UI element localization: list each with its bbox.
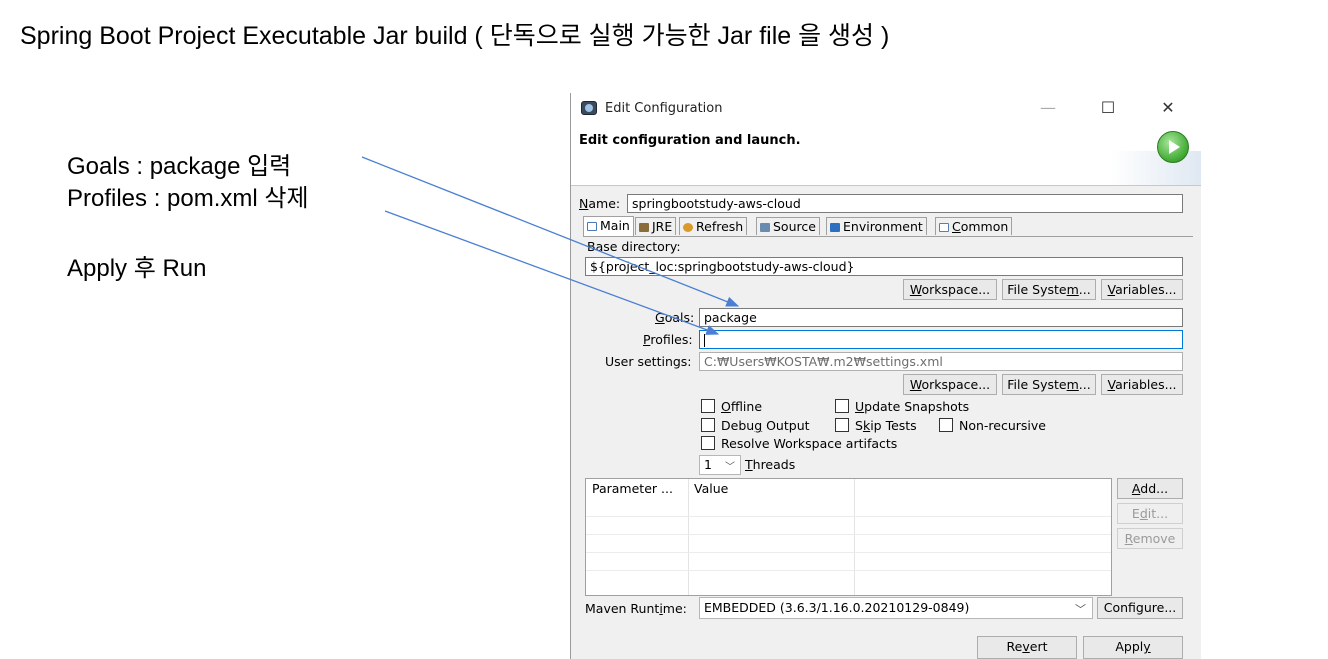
tab-refresh-label: Refresh [696, 219, 744, 234]
row-divider [586, 552, 1111, 553]
tab-common[interactable]: Common [935, 217, 1013, 235]
edit-parameter-button[interactable]: Edit... [1117, 503, 1183, 524]
base-directory-field[interactable]: ${project_loc:springbootstudy-aws-cloud} [585, 257, 1183, 276]
chevron-down-icon: ﹀ [1075, 603, 1086, 616]
apply-button[interactable]: Apply [1083, 636, 1183, 659]
tab-main[interactable]: Main [583, 216, 634, 236]
debug-output-checkbox[interactable] [701, 418, 715, 432]
threads-label: Threads [745, 457, 796, 472]
window-title: Edit Configuration [605, 101, 723, 116]
row-divider [586, 534, 1111, 535]
add-parameter-button[interactable]: Add... [1117, 478, 1183, 499]
column-divider [688, 479, 689, 595]
threads-select[interactable]: 1 ﹀ [699, 455, 741, 475]
user-settings-label: User settings: [605, 354, 692, 369]
offline-checkbox[interactable] [701, 399, 715, 413]
settings-workspace-button[interactable]: Workspace... [903, 374, 997, 395]
note-apply-run: Apply 후 Run [67, 255, 207, 282]
header-message: Edit configuration and launch. [579, 133, 801, 148]
skip-tests-checkbox[interactable] [835, 418, 849, 432]
profiles-label: Profiles: [643, 332, 693, 347]
base-file-system-button[interactable]: File System... [1002, 279, 1096, 300]
tab-source[interactable]: Source [756, 217, 820, 235]
tab-source-label: Source [773, 219, 816, 234]
text-caret [704, 334, 705, 347]
parameters-table[interactable]: Parameter ... Value [585, 478, 1112, 596]
tab-jre-label: JRE [652, 219, 673, 234]
row-divider [586, 570, 1111, 571]
skip-tests-label: Skip Tests [855, 418, 917, 433]
name-field[interactable]: springbootstudy-aws-cloud [627, 194, 1183, 213]
common-icon [939, 223, 949, 232]
goals-label: Goals: [655, 310, 695, 325]
tab-jre[interactable]: JRE [635, 217, 677, 235]
user-settings-field[interactable]: C:₩Users₩KOSTA₩.m2₩settings.xml [699, 352, 1183, 371]
chevron-down-icon: ﹀ [725, 462, 735, 473]
column-header-value[interactable]: Value [688, 479, 854, 501]
run-play-icon [1157, 131, 1189, 163]
environment-icon [830, 223, 840, 232]
resolve-workspace-label: Resolve Workspace artifacts [721, 436, 898, 451]
minimize-button[interactable]: — [1033, 97, 1063, 119]
maven-runtime-value: EMBEDDED (3.6.3/1.16.0.20210129-0849) [704, 600, 970, 615]
eclipse-app-icon [581, 101, 597, 115]
base-workspace-button[interactable]: Workspace... [903, 279, 997, 300]
non-recursive-label: Non-recursive [959, 418, 1046, 433]
note-goals: Goals : package 입력 [67, 153, 292, 180]
base-variables-button[interactable]: Variables... [1101, 279, 1183, 300]
header-decoration [1111, 151, 1201, 185]
jre-icon [639, 223, 649, 232]
maven-runtime-label: Maven Runtime: [585, 601, 687, 616]
non-recursive-checkbox[interactable] [939, 418, 953, 432]
tab-main-label: Main [600, 218, 630, 233]
update-snapshots-checkbox[interactable] [835, 399, 849, 413]
close-button[interactable]: ✕ [1153, 97, 1183, 119]
goals-field[interactable]: package [699, 308, 1183, 327]
resolve-workspace-checkbox[interactable] [701, 436, 715, 450]
revert-button[interactable]: Revert [977, 636, 1077, 659]
remove-parameter-button[interactable]: Remove [1117, 528, 1183, 549]
refresh-icon [683, 223, 693, 232]
threads-value: 1 [704, 457, 712, 472]
settings-file-system-button[interactable]: File System... [1002, 374, 1096, 395]
base-directory-label: Base directory: [587, 239, 681, 254]
dialog-header: Edit configuration and launch. [571, 123, 1201, 186]
main-tab-icon [587, 222, 597, 231]
settings-variables-button[interactable]: Variables... [1101, 374, 1183, 395]
title-bar: Edit Configuration — ☐ ✕ [571, 93, 1201, 123]
update-snapshots-label: Update Snapshots [855, 399, 970, 414]
profiles-field[interactable] [699, 330, 1183, 349]
column-divider [854, 479, 855, 595]
note-profiles: Profiles : pom.xml 삭제 [67, 185, 309, 212]
tab-refresh[interactable]: Refresh [679, 217, 748, 235]
source-icon [760, 223, 770, 232]
slide-title: Spring Boot Project Executable Jar build… [20, 22, 890, 50]
maximize-button[interactable]: ☐ [1093, 97, 1123, 119]
offline-label: Offline [721, 399, 763, 414]
row-divider [586, 516, 1111, 517]
maven-runtime-select[interactable]: EMBEDDED (3.6.3/1.16.0.20210129-0849) ﹀ [699, 597, 1093, 619]
name-label: Name: [579, 196, 621, 211]
tab-environment-label: Environment [843, 219, 923, 234]
tab-environment[interactable]: Environment [826, 217, 927, 235]
column-header-parameter[interactable]: Parameter ... [586, 479, 688, 501]
debug-output-label: Debug Output [721, 418, 810, 433]
configure-button[interactable]: Configure... [1097, 597, 1183, 619]
edit-configuration-dialog: Edit Configuration — ☐ ✕ Edit configurat… [570, 93, 1201, 659]
config-tabs: Main JRE Refresh Source Environment Comm… [583, 216, 1193, 237]
